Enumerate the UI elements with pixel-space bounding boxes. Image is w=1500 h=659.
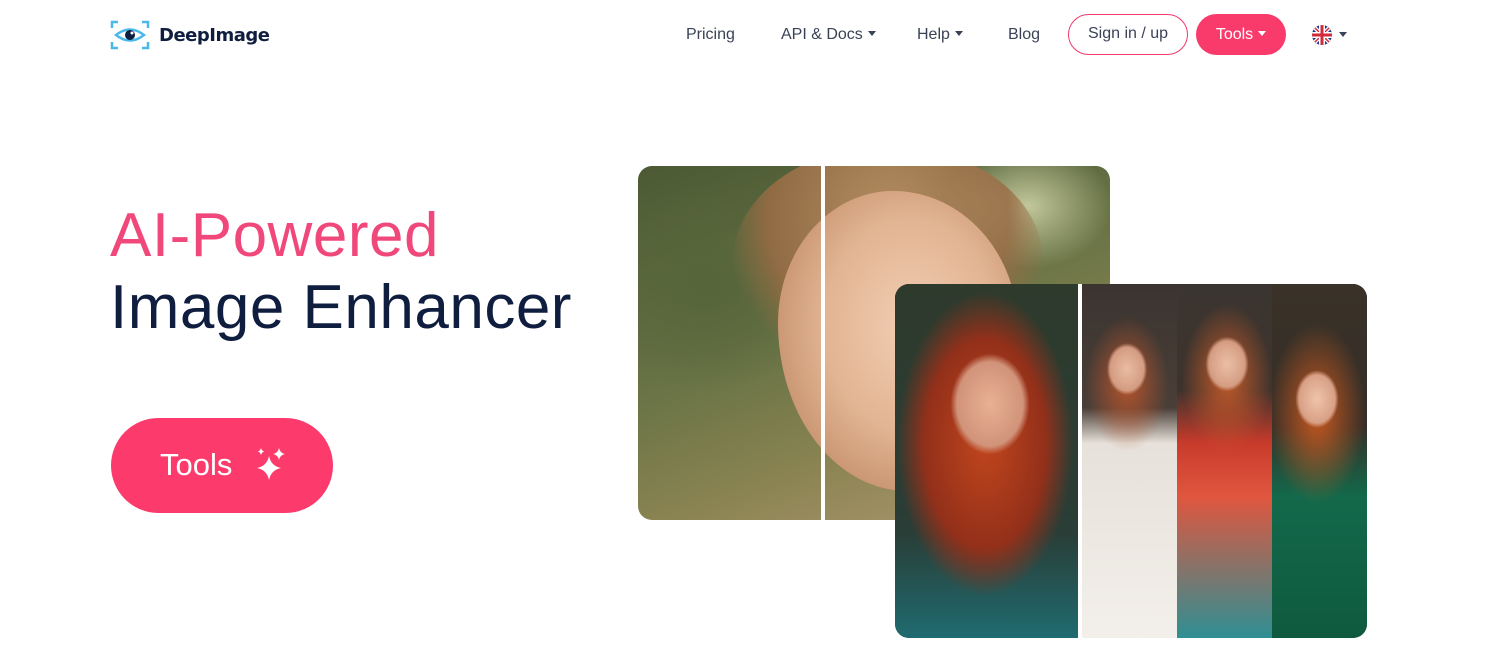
uk-flag-icon [1312, 24, 1332, 45]
nav-blog[interactable]: Blog [1008, 14, 1040, 55]
nav-help-label: Help [917, 26, 950, 43]
page: DeepImage Pricing API & Docs Help Blog S… [0, 0, 1500, 659]
chevron-down-icon [1339, 32, 1347, 37]
hero-title-line2: Image Enhancer [110, 273, 572, 342]
chevron-down-icon [867, 31, 876, 36]
language-selector[interactable] [1312, 24, 1347, 45]
hero-tools-button[interactable]: Tools [111, 418, 333, 513]
nav-pricing[interactable]: Pricing [686, 14, 735, 55]
hero-tools-label: Tools [160, 447, 233, 482]
hero-title-line1: AI-Powered [110, 201, 439, 270]
nav-tools-button[interactable]: Tools [1196, 14, 1286, 55]
chevron-down-icon [1258, 31, 1267, 36]
sparkle-icon [257, 448, 285, 480]
hero-title: AI-Powered Image Enhancer [110, 200, 572, 344]
redhead-portrait-bride [1082, 284, 1177, 638]
top-nav: Pricing API & Docs Help Blog Sign in / u… [0, 14, 1500, 55]
before-after-redhead-image [895, 284, 1367, 638]
comparison-divider[interactable] [821, 166, 825, 520]
nav-api-docs-label: API & Docs [781, 26, 863, 43]
redhead-portrait-kimono [1177, 284, 1272, 638]
chevron-down-icon [954, 31, 963, 36]
nav-help[interactable]: Help [917, 14, 963, 55]
nav-api-docs[interactable]: API & Docs [781, 14, 876, 55]
redhead-portrait-before [895, 284, 1078, 638]
sign-in-button[interactable]: Sign in / up [1068, 14, 1188, 55]
nav-tools-label: Tools [1215, 26, 1254, 43]
redhead-portrait-green-dress [1272, 284, 1367, 638]
